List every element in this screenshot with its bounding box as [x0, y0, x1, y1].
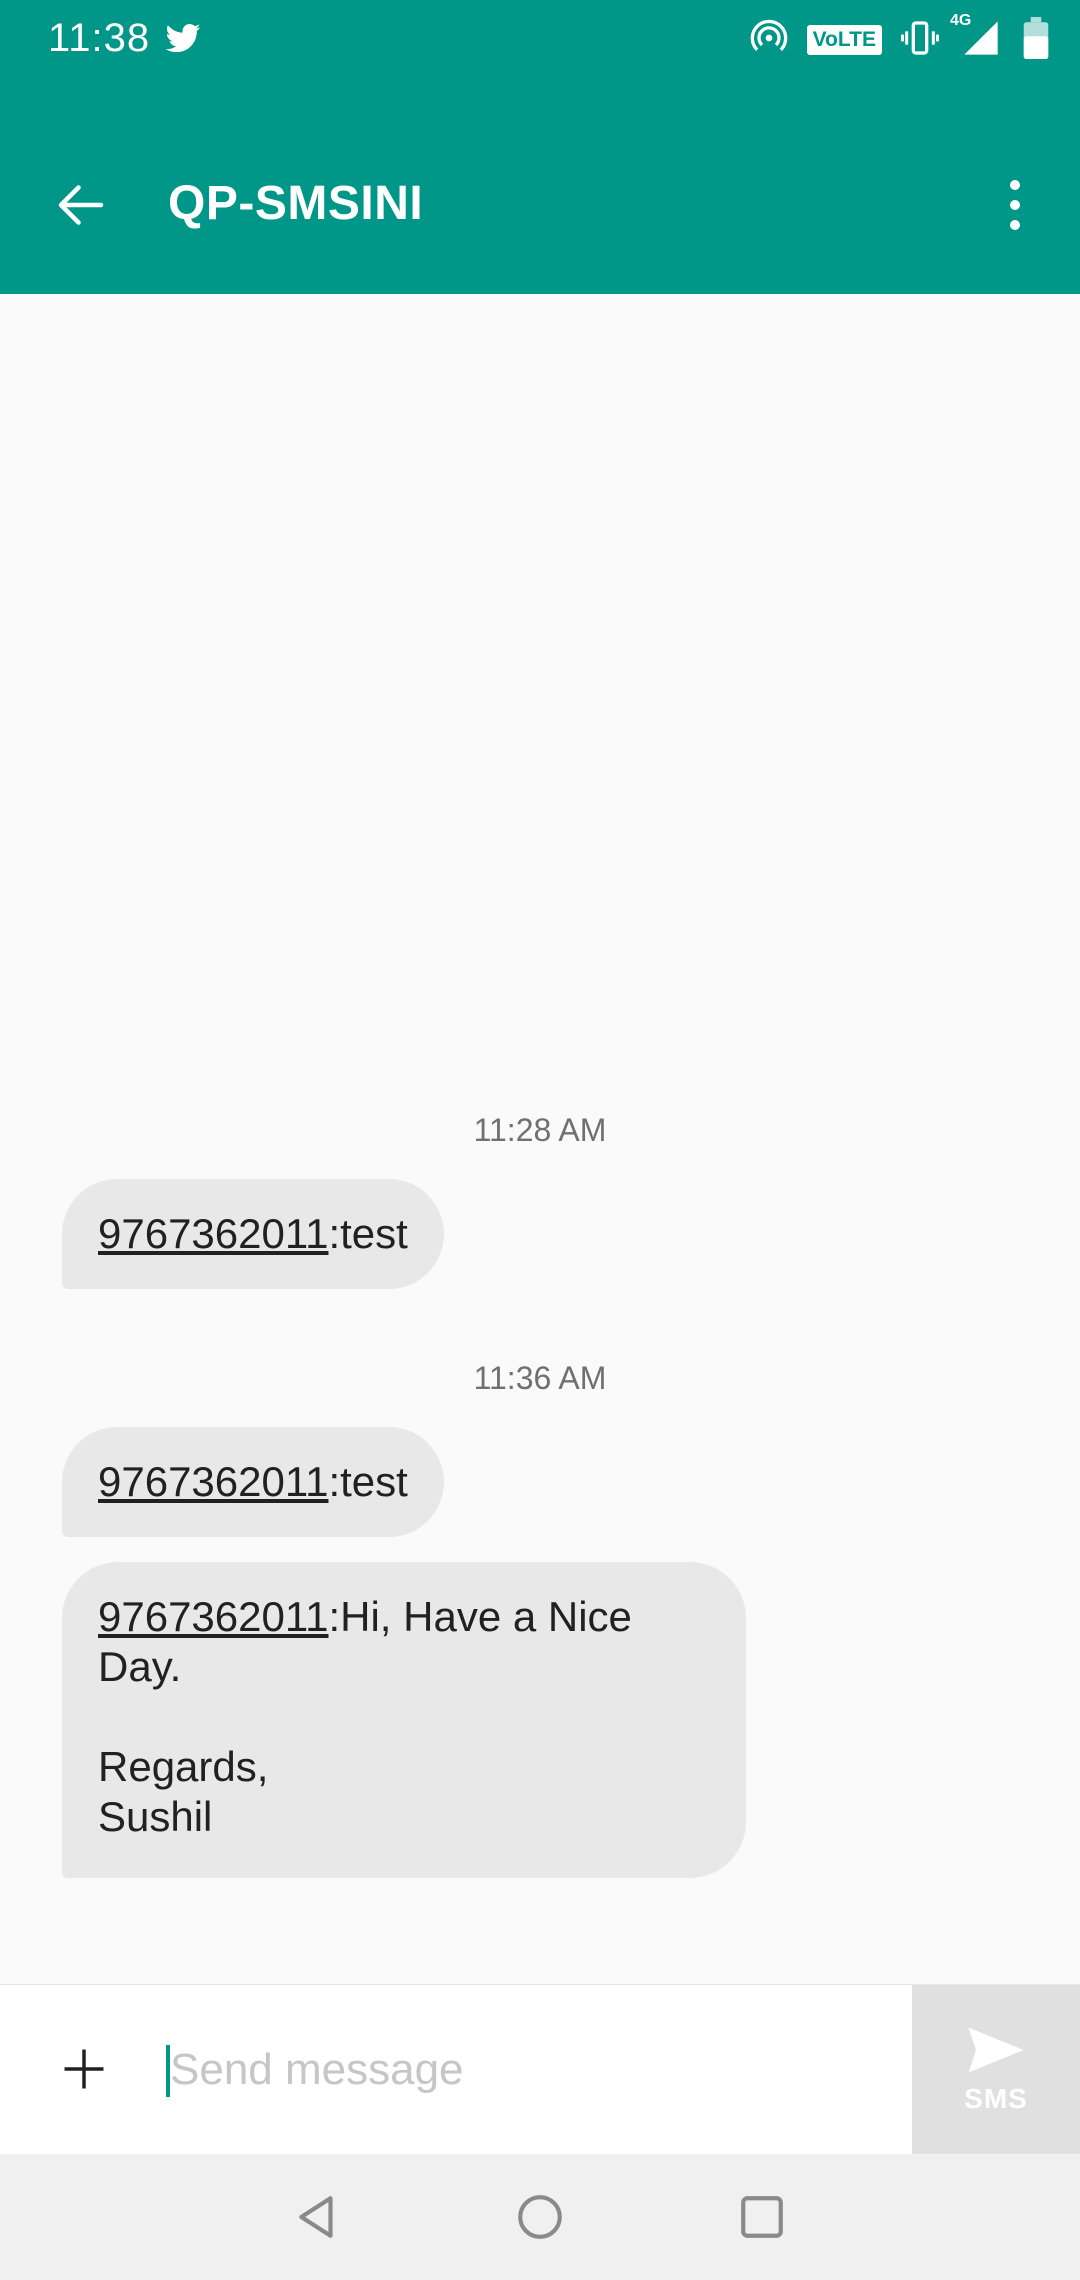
status-time: 11:38	[48, 16, 151, 60]
phone-number-link[interactable]: 9767362011	[98, 1458, 328, 1505]
message-line: 9767362011:Hi, Have a Nice	[98, 1592, 710, 1642]
message-text: :test	[328, 1210, 408, 1257]
arrow-back-icon	[58, 185, 104, 225]
recents-square-icon	[741, 2196, 783, 2238]
back-triangle-icon	[299, 2196, 333, 2238]
plus-icon	[64, 2049, 104, 2089]
nav-home-button[interactable]	[504, 2181, 576, 2253]
message-line: Regards,	[98, 1743, 269, 1790]
hotspot-icon	[749, 18, 789, 63]
more-vert-dot	[1010, 200, 1020, 210]
send-label: SMS	[964, 2083, 1028, 2114]
message-timestamp: 11:28 AM	[473, 1112, 607, 1148]
app-bar: 11:38 VoLTE 4G QP-SMSINI	[0, 0, 1080, 294]
nav-back-button[interactable]	[282, 2181, 354, 2253]
message-line: Sushil	[98, 1793, 213, 1840]
signal-icon: 4G	[950, 12, 1004, 63]
home-circle-icon	[518, 2195, 562, 2239]
message-text: :Hi, Have a Nice	[328, 1593, 632, 1640]
status-icons: VoLTE 4G	[749, 12, 1050, 64]
more-vert-dot	[1010, 220, 1020, 230]
message-text: :test	[328, 1458, 408, 1505]
attach-button[interactable]	[52, 2027, 116, 2111]
conversation-title: QP-SMSINI	[168, 177, 424, 230]
message-bubble[interactable]: 9767362011:test	[62, 1179, 444, 1289]
message-line: Day.	[98, 1643, 182, 1690]
message-list[interactable]: 11:28 AM 9767362011:test 11:36 AM 976736…	[0, 294, 1080, 1984]
status-bar: 11:38 VoLTE 4G	[0, 0, 1080, 80]
more-options-button[interactable]	[990, 170, 1040, 240]
message-timestamp: 11:36 AM	[473, 1360, 607, 1396]
send-sms-button[interactable]: SMS	[912, 1985, 1080, 2155]
nav-recents-button[interactable]	[726, 2181, 798, 2253]
volte-badge: VoLTE	[806, 25, 882, 55]
send-icon	[968, 2027, 1024, 2073]
network-type: 4G	[950, 11, 972, 29]
message-line	[98, 1692, 710, 1742]
message-bubble[interactable]: 9767362011:Hi, Have a Nice Day. Regards,…	[62, 1562, 746, 1878]
phone-number-link[interactable]: 9767362011	[98, 1593, 328, 1640]
system-nav-bar	[0, 2154, 1080, 2280]
compose-bar: SMS	[0, 1984, 1080, 2155]
battery-icon	[1022, 16, 1050, 64]
vibrate-icon	[900, 18, 940, 63]
more-vert-icon	[1010, 180, 1020, 190]
phone-number-link[interactable]: 9767362011	[98, 1210, 328, 1257]
twitter-icon	[164, 20, 202, 58]
message-input[interactable]	[166, 2025, 886, 2115]
back-button[interactable]	[46, 170, 116, 240]
message-bubble[interactable]: 9767362011:test	[62, 1427, 444, 1537]
